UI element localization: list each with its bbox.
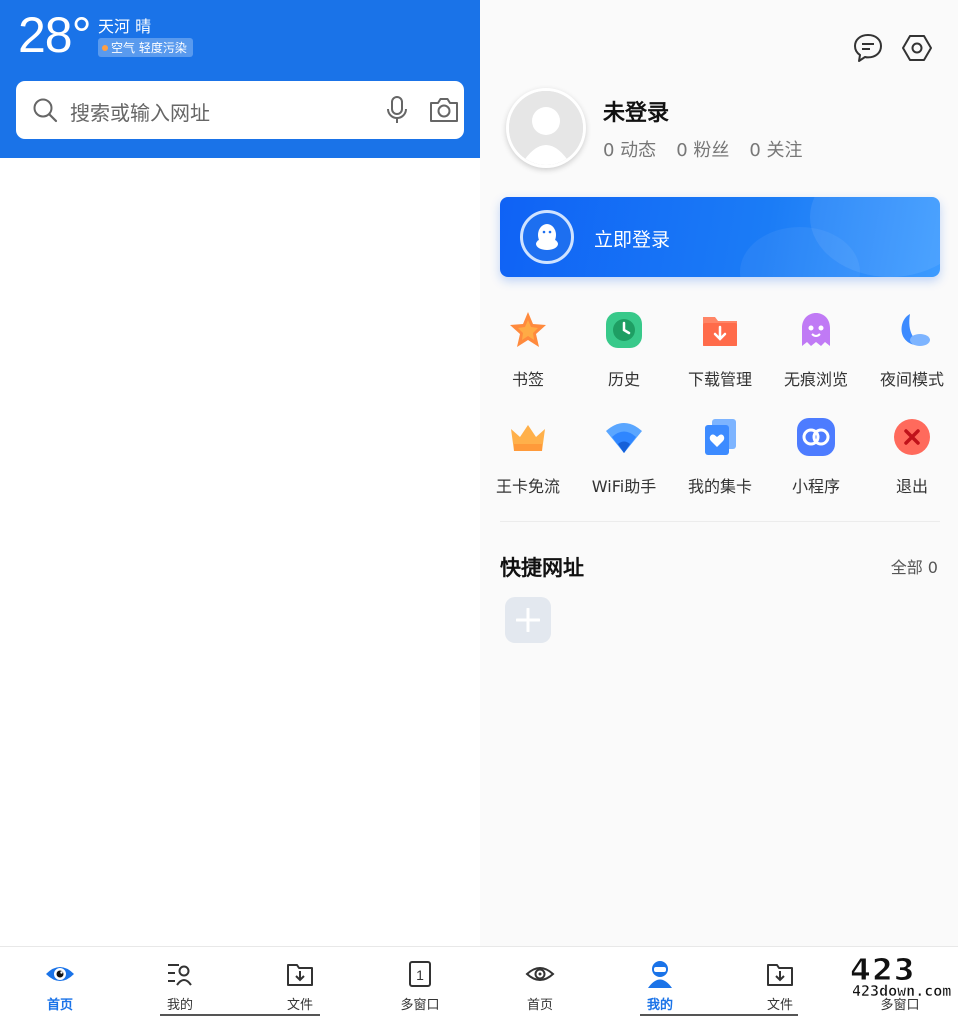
- temperature: 28°: [18, 7, 92, 63]
- feature-row: 书签 历史 下载管理 无痕浏览 夜间模式: [480, 310, 958, 400]
- nav-files[interactable]: 文件: [240, 947, 360, 1016]
- mini-program-icon: [797, 418, 835, 456]
- camera-icon[interactable]: [428, 96, 460, 124]
- crown-icon: [511, 425, 545, 451]
- moon-icon: [901, 314, 930, 346]
- qq-penguin-icon: [520, 210, 574, 264]
- quick-links-title: 快捷网址: [500, 556, 584, 580]
- feature-bookmarks[interactable]: 书签: [480, 310, 576, 400]
- feature-label: WiFi助手: [591, 477, 657, 496]
- login-card[interactable]: 立即登录: [500, 197, 940, 277]
- nav-mine-label: 我的: [646, 998, 673, 1013]
- feature-label: 下载管理: [687, 370, 752, 389]
- stat-following[interactable]: 0 关注: [749, 136, 802, 162]
- eye-icon: [525, 967, 555, 981]
- feature-label: 书签: [511, 370, 544, 389]
- feature-exit[interactable]: 退出: [864, 417, 958, 507]
- site-watermark-logo: 423 423down.com: [850, 955, 954, 1008]
- air-quality-badge[interactable]: 空气 轻度污染: [98, 38, 193, 57]
- feature-label: 无痕浏览: [783, 370, 848, 389]
- eye-icon: [46, 967, 74, 981]
- nav-home[interactable]: 首页: [480, 947, 600, 1016]
- username[interactable]: 未登录: [603, 95, 669, 127]
- add-quick-link-button[interactable]: [505, 597, 551, 643]
- feature-label: 小程序: [791, 477, 840, 496]
- feature-label: 退出: [895, 477, 928, 496]
- star-icon: [510, 312, 546, 347]
- profile-pane: 未登录 0 动态 0 粉丝 0 关注 立即登录 书签 历史 下载管理 无痕浏览 …: [480, 0, 958, 1016]
- nav-files-label: 文件: [766, 998, 793, 1013]
- nav-home-label: 首页: [526, 998, 553, 1013]
- folder-download-icon: [287, 964, 313, 986]
- feature-label: 我的集卡: [687, 477, 752, 496]
- divider: [500, 521, 940, 522]
- message-icon[interactable]: [852, 32, 884, 64]
- feature-card-collection[interactable]: 我的集卡: [672, 417, 768, 507]
- feature-king-card[interactable]: 王卡免流: [480, 417, 576, 507]
- nav-home[interactable]: 首页: [0, 947, 120, 1016]
- feature-row: 王卡免流 WiFi助手 我的集卡 小程序 退出: [480, 417, 958, 507]
- feature-label: 夜间模式: [879, 370, 944, 389]
- nav-files-label: 文件: [286, 998, 313, 1013]
- microphone-icon[interactable]: [383, 95, 411, 125]
- nav-home-label: 首页: [46, 998, 73, 1013]
- avatar[interactable]: [506, 88, 586, 168]
- feature-label: 历史: [607, 370, 640, 389]
- search-input[interactable]: 搜索或输入网址: [70, 97, 210, 126]
- search-icon: [33, 98, 58, 123]
- nav-mine[interactable]: 我的: [600, 947, 720, 1016]
- person-icon: [648, 961, 672, 988]
- folder-download-icon: [767, 964, 793, 986]
- feature-mini-programs[interactable]: 小程序: [768, 417, 864, 507]
- profile-stats: 0 动态 0 粉丝 0 关注: [603, 136, 803, 162]
- settings-hexagon-icon[interactable]: [901, 32, 933, 64]
- air-quality-label: 空气 轻度污染: [111, 41, 187, 55]
- wifi-icon: [606, 423, 642, 453]
- nav-windows[interactable]: 1 多窗口: [360, 947, 480, 1016]
- window-count-icon: 1: [409, 961, 431, 987]
- air-quality-dot-icon: [102, 44, 108, 51]
- nav-windows-label: 多窗口: [400, 998, 440, 1013]
- feature-wifi-assistant[interactable]: WiFi助手: [576, 417, 672, 507]
- stat-posts[interactable]: 0 动态: [603, 136, 656, 162]
- feature-incognito[interactable]: 无痕浏览: [768, 310, 864, 400]
- nav-mine[interactable]: 我的: [120, 947, 240, 1016]
- bottom-nav-left: 首页 我的 文件 1 多窗口: [0, 946, 480, 1016]
- nav-files[interactable]: 文件: [720, 947, 840, 1016]
- clock-icon: [606, 312, 642, 348]
- login-button-label: 立即登录: [594, 229, 671, 251]
- heart-card-icon: [705, 419, 736, 455]
- feature-label: 王卡免流: [495, 477, 560, 496]
- nav-mine-label: 我的: [166, 998, 193, 1013]
- city-weather[interactable]: 天河 晴: [98, 13, 151, 37]
- watermark-domain: 423down.com: [852, 982, 952, 1001]
- feature-history[interactable]: 历史: [576, 310, 672, 400]
- browser-home-pane: 28° 天河 晴 空气 轻度污染 搜索或输入网址 首页 我的 文件 1 多窗口: [0, 0, 480, 1016]
- feature-night-mode[interactable]: 夜间模式: [864, 310, 958, 400]
- stat-followers[interactable]: 0 粉丝: [676, 136, 729, 162]
- default-avatar-icon: [509, 91, 583, 165]
- plus-icon: [516, 608, 540, 632]
- close-circle-icon: [894, 419, 930, 455]
- ghost-icon: [802, 313, 830, 346]
- home-header: 28° 天河 晴 空气 轻度污染 搜索或输入网址: [0, 0, 480, 158]
- search-bar[interactable]: 搜索或输入网址: [16, 81, 464, 139]
- profile-list-icon: [168, 964, 192, 986]
- quick-links-all-button[interactable]: 全部 0: [891, 554, 938, 578]
- window-count-badge: 1: [416, 967, 424, 983]
- download-folder-icon: [703, 317, 737, 346]
- feature-downloads[interactable]: 下载管理: [672, 310, 768, 400]
